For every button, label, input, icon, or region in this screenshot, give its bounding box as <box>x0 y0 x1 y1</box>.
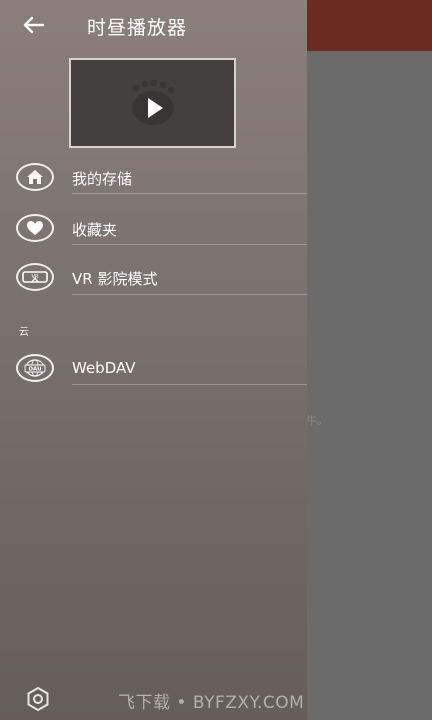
app-logo <box>69 58 236 148</box>
back-button[interactable] <box>18 10 48 40</box>
menu-item-webdav[interactable]: DAU WebDAV <box>0 343 307 393</box>
menu-item-label: VR 影院模式 <box>72 270 158 288</box>
app-content-snippet: 牛。 <box>306 414 328 427</box>
home-icon <box>16 163 54 191</box>
divider <box>72 244 307 245</box>
menu-item-favorites[interactable]: 收藏夹 <box>0 203 307 253</box>
divider <box>72 384 307 385</box>
app-toolbar <box>307 0 432 51</box>
divider <box>72 294 307 295</box>
divider <box>72 193 307 194</box>
footprint-play-icon <box>131 79 174 125</box>
navigation-drawer: 时昼播放器 我的存储 收藏夹 VR VR 影院模式 云 DAU WebDAV <box>0 0 307 720</box>
menu-item-label: 收藏夹 <box>72 221 118 239</box>
drawer-title: 时昼播放器 <box>87 17 188 39</box>
settings-button[interactable] <box>25 686 51 712</box>
drawer-header: 时昼播放器 <box>0 0 307 52</box>
dav-globe-icon: DAU <box>16 354 54 382</box>
menu-item-label: 我的存储 <box>72 170 133 188</box>
vr-icon: VR <box>16 263 54 291</box>
gear-icon <box>27 686 49 712</box>
menu-item-label: WebDAV <box>72 359 136 377</box>
watermark: 飞下载 • BYFZXY.COM <box>118 693 305 713</box>
svg-text:DAU: DAU <box>28 367 41 373</box>
menu-item-vr-cinema[interactable]: VR VR 影院模式 <box>0 254 307 304</box>
menu-item-my-storage[interactable]: 我的存储 <box>0 152 307 202</box>
heart-icon <box>16 214 54 242</box>
section-label-cloud: 云 <box>19 327 29 338</box>
back-arrow-icon <box>23 16 44 34</box>
svg-text:VR: VR <box>32 274 39 280</box>
